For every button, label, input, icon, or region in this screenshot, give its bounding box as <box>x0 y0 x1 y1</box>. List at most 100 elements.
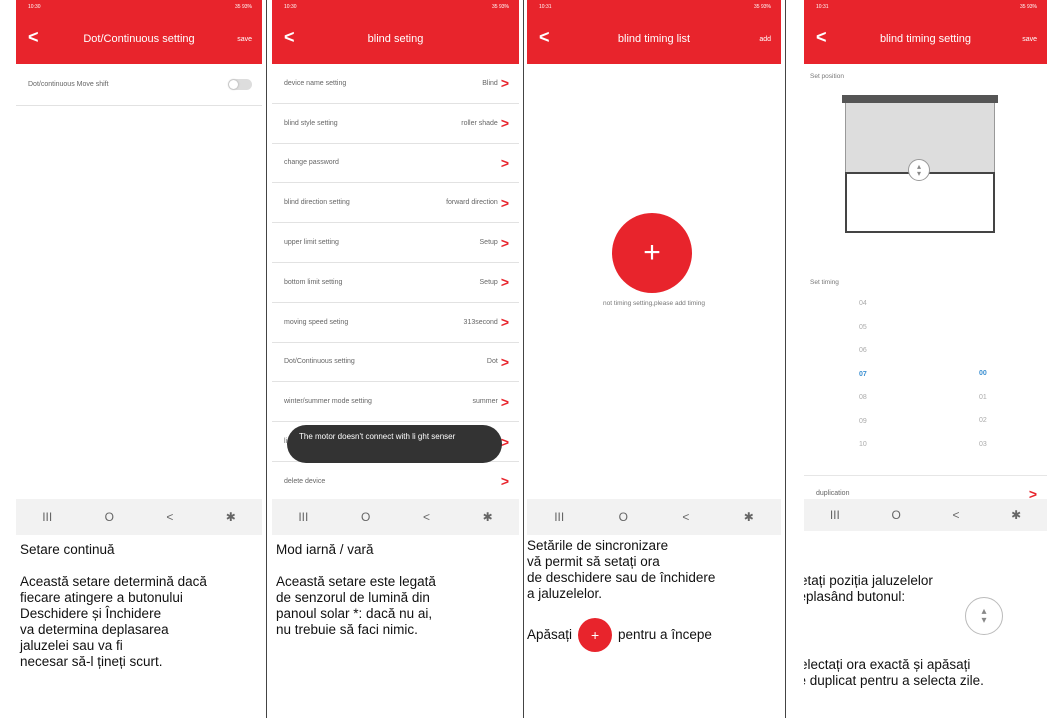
caption-line: a jaluzelelor. <box>527 586 603 601</box>
caption-line: Această setare determină dacă <box>20 574 207 589</box>
status-indicators: 35 93% <box>754 4 771 10</box>
system-nav-bar: III O < ✱ <box>272 499 519 535</box>
setting-row-delete-device[interactable]: delete device > <box>272 462 519 502</box>
recent-apps-icon[interactable]: III <box>554 510 564 524</box>
panel-dot-continuous: 10:30 35 93% < Dot/Continuous setting sa… <box>16 0 262 718</box>
status-bar: 10:31 35 93% <box>527 0 781 14</box>
caption-line: Selectați ora exactă și apăsați <box>804 657 971 672</box>
hour-option-selected[interactable]: 07 <box>859 371 867 395</box>
panel-timing-list: 10:31 35 93% < blind timing list add + n… <box>527 0 781 718</box>
setting-row-dot-continuous[interactable]: Dot/Continuous setting Dot > <box>272 343 519 383</box>
page-title: blind timing list <box>617 33 691 45</box>
caption-line: pe duplicat pentru a selecta zile. <box>804 673 984 688</box>
setting-row-winter-summer[interactable]: winter/summer mode setting summer > <box>272 382 519 423</box>
setting-row-upper-limit[interactable]: upper limit setting Setup > <box>272 223 519 263</box>
back-nav-icon[interactable]: < <box>682 510 689 524</box>
setting-label: device name setting <box>284 79 347 87</box>
panel-blind-setting: 10:30 35 93% < blind seting device name … <box>272 0 519 718</box>
drag-handle-illustration-icon: ▴ ▾ <box>965 597 1003 635</box>
hour-option[interactable]: 06 <box>859 347 867 371</box>
accessibility-icon[interactable]: ✱ <box>483 510 493 524</box>
minute-option[interactable]: 02 <box>979 417 987 441</box>
caption-line: Deschidere și Închidere <box>20 606 162 621</box>
phone-screen: 10:30 35 93% < blind seting device name … <box>272 0 519 535</box>
caption-line: de deschidere sau de închidere <box>527 570 716 585</box>
chevron-right-icon: > <box>500 393 509 410</box>
phone-screen: 10:30 35 93% < Dot/Continuous setting sa… <box>16 0 262 535</box>
home-icon[interactable]: O <box>361 510 370 524</box>
home-icon[interactable]: O <box>619 510 628 524</box>
setting-row-blind-style[interactable]: blind style setting roller shade > <box>272 104 519 144</box>
home-icon[interactable]: O <box>105 510 114 524</box>
back-nav-icon[interactable]: < <box>423 510 430 524</box>
accessibility-icon[interactable]: ✱ <box>226 510 236 524</box>
caption-line: deplasând butonul: <box>804 589 906 604</box>
save-button[interactable]: save <box>237 36 252 43</box>
back-nav-icon[interactable]: < <box>166 510 173 524</box>
add-button[interactable]: add <box>759 36 771 43</box>
setting-label: blind direction setting <box>284 199 350 207</box>
caption-select-time: Selectați ora exactă și apăsați pe dupli… <box>804 657 984 689</box>
minute-option-selected[interactable]: 00 <box>979 370 987 394</box>
chevron-down-icon: ▾ <box>916 169 921 178</box>
toast-message: The motor doesn't connect with li ght se… <box>287 425 502 463</box>
status-indicators: 35 93% <box>235 4 252 10</box>
minute-option[interactable]: 03 <box>979 441 987 465</box>
chevron-right-icon: > <box>500 274 509 291</box>
hour-option[interactable]: 08 <box>859 394 867 418</box>
caption-set-position: Setați poziția jaluzelelor deplasând but… <box>804 573 933 605</box>
dot-continuous-toggle[interactable] <box>228 79 252 90</box>
plus-icon: + <box>643 236 661 269</box>
setting-value: Setup <box>479 239 498 247</box>
system-nav-bar: III O < ✱ <box>16 499 262 535</box>
app-bar: < blind seting <box>272 14 519 64</box>
toggle-label: Dot/continuous Move shift <box>28 81 109 88</box>
caption-line <box>20 558 207 574</box>
setting-value: 313second <box>463 318 498 326</box>
add-timing-button[interactable]: + <box>612 213 692 293</box>
recent-apps-icon[interactable]: III <box>42 510 52 524</box>
status-time: 10:31 <box>539 4 552 10</box>
setting-row-moving-speed[interactable]: moving speed seting 313second > <box>272 303 519 343</box>
minute-option[interactable]: 01 <box>979 394 987 418</box>
caption-line: panoul solar *: dacă nu ai, <box>276 606 433 621</box>
recent-apps-icon[interactable]: III <box>830 508 840 522</box>
back-nav-icon[interactable]: < <box>952 508 959 522</box>
blind-rail <box>842 95 998 103</box>
duplication-label: duplication <box>816 490 850 497</box>
divider <box>785 0 786 718</box>
caption-line <box>276 558 436 574</box>
recent-apps-icon[interactable]: III <box>298 510 308 524</box>
hour-picker[interactable]: 04 05 06 07 08 09 10 <box>859 300 867 465</box>
app-bar: < Dot/Continuous setting save <box>16 14 262 64</box>
setting-row-bottom-limit[interactable]: bottom limit setting Setup > <box>272 263 519 303</box>
accessibility-icon[interactable]: ✱ <box>1011 508 1021 522</box>
hour-option[interactable]: 05 <box>859 324 867 348</box>
hour-option[interactable]: 10 <box>859 441 867 465</box>
setting-row-device-name[interactable]: device name setting Blind > <box>272 64 519 104</box>
status-time: 10:31 <box>816 4 829 10</box>
setting-row-blind-direction[interactable]: blind direction setting forward direction… <box>272 183 519 224</box>
caption-winter-summer: Mod iarnă / vară Această setare este leg… <box>276 542 436 638</box>
phone-screen: 10:31 35 93% < blind timing list add + n… <box>527 0 781 535</box>
setting-value: Blind <box>482 79 498 87</box>
chevron-right-icon: > <box>500 473 509 490</box>
accessibility-icon[interactable]: ✱ <box>744 510 754 524</box>
caption-text: pentru a începe <box>618 627 712 642</box>
setting-label: change password <box>284 159 339 167</box>
system-nav-bar: III O < ✱ <box>527 499 781 535</box>
caption-line: va determina deplasarea <box>20 622 169 637</box>
hour-option[interactable]: 09 <box>859 418 867 442</box>
app-bar: < blind timing setting save <box>804 14 1047 64</box>
chevron-right-icon: > <box>500 115 509 132</box>
setting-row-change-password[interactable]: change password > <box>272 144 519 184</box>
caption-line: fiecare atingere a butonului <box>20 590 183 605</box>
setting-value: summer <box>472 398 498 406</box>
hour-option[interactable]: 04 <box>859 300 867 324</box>
position-drag-handle[interactable]: ▴ ▾ <box>908 159 930 181</box>
home-icon[interactable]: O <box>891 508 900 522</box>
setting-label: delete device <box>284 477 326 485</box>
minute-picker[interactable]: 00 01 02 03 <box>979 370 987 464</box>
save-button[interactable]: save <box>1022 36 1037 43</box>
caption-line: Mod iarnă / vară <box>276 542 374 557</box>
